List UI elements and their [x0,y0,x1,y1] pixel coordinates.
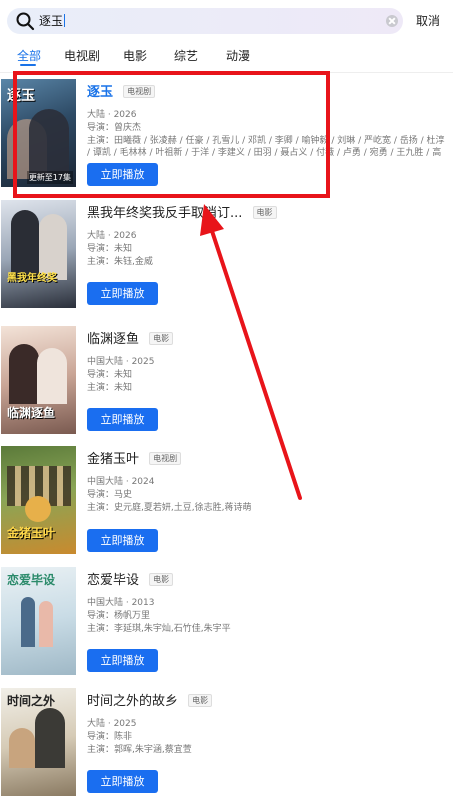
annotation-arrow [200,204,302,500]
